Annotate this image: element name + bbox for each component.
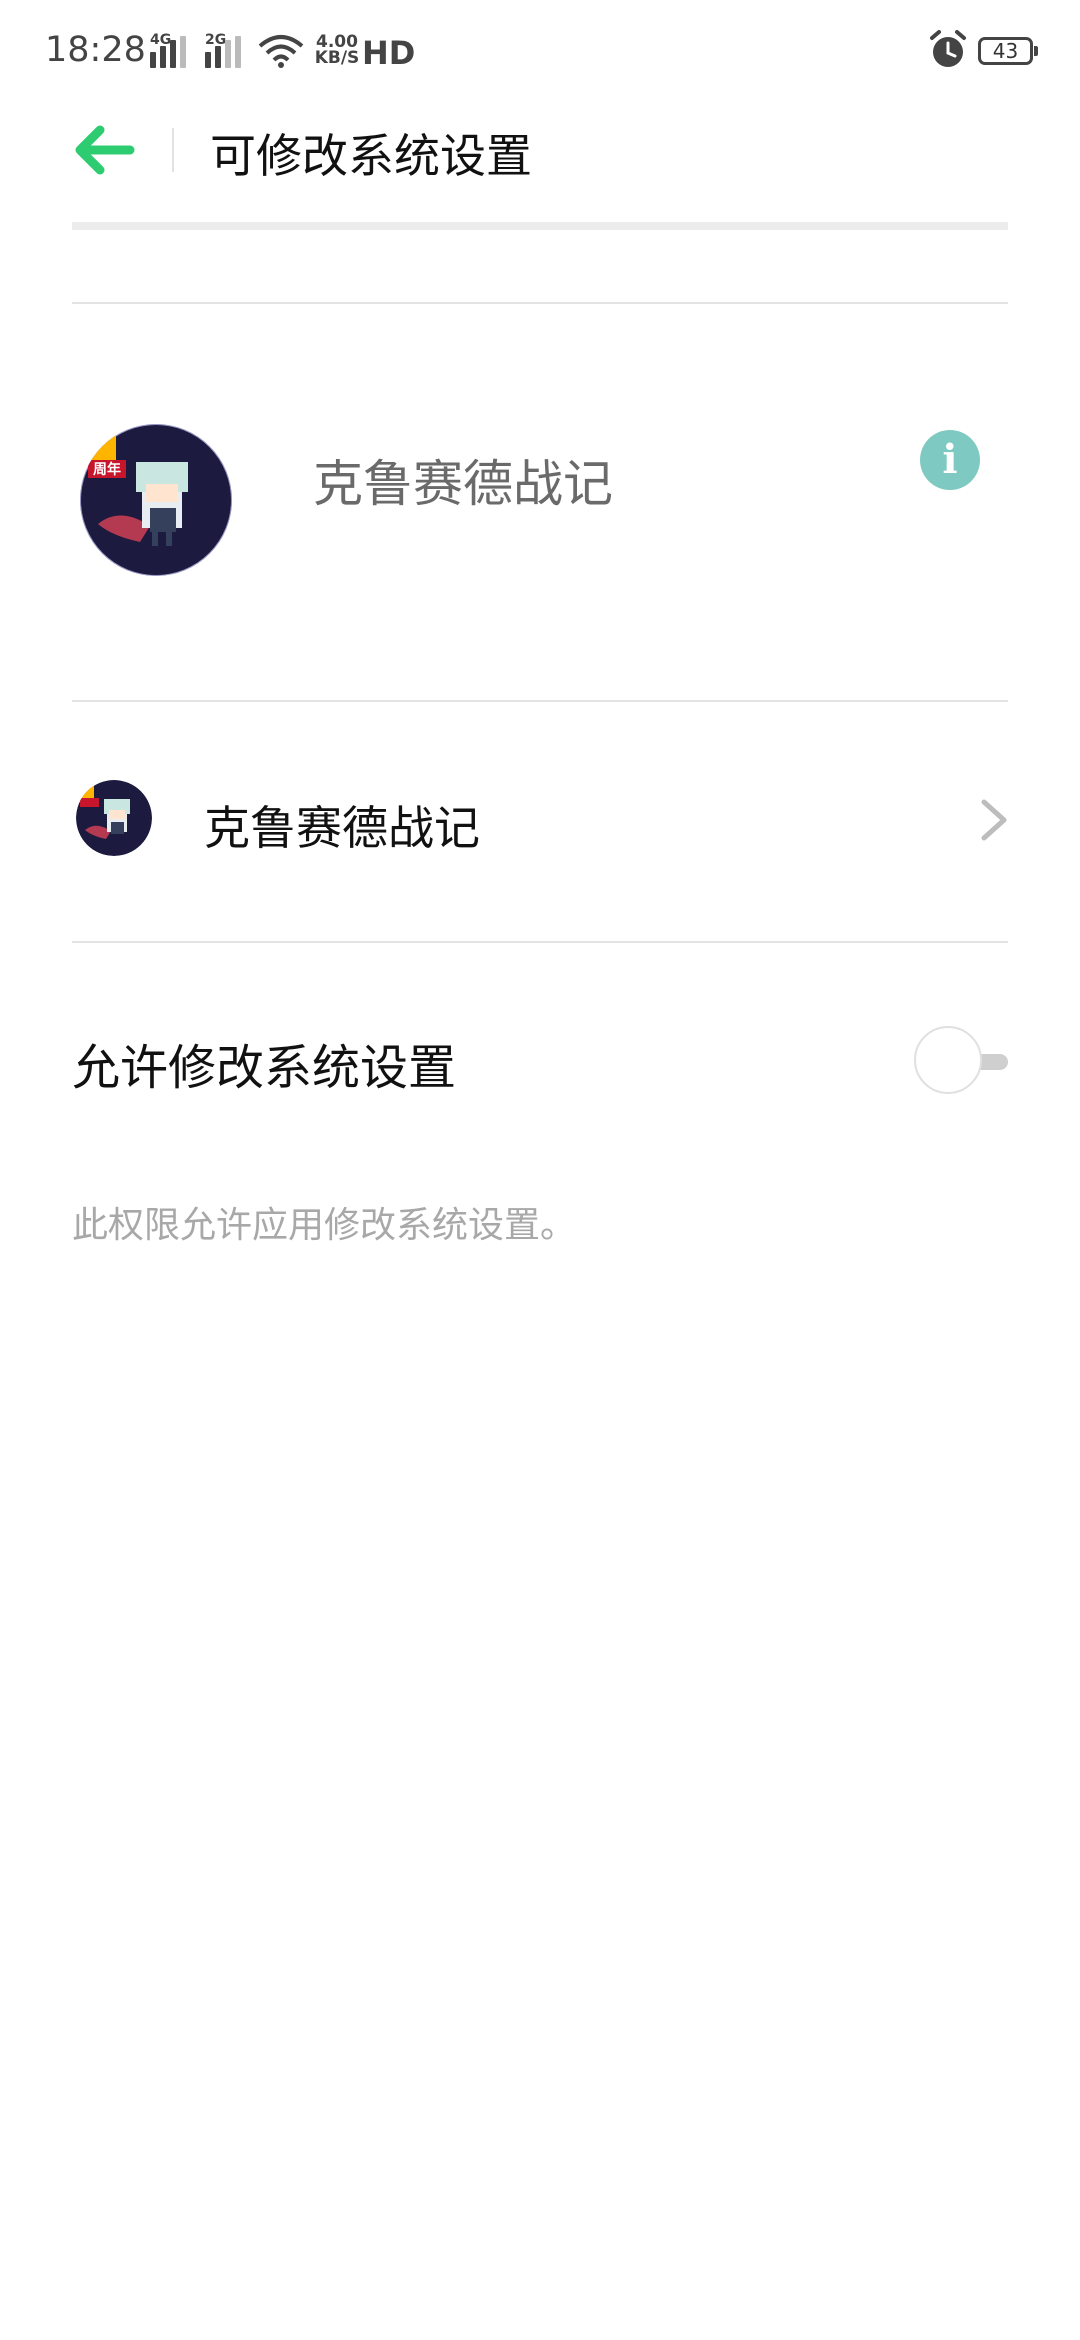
toggle-knob (914, 1026, 982, 1094)
status-time: 18:28 (45, 30, 146, 70)
app-name-title: 克鲁赛德战记 (313, 455, 613, 513)
chevron-right-icon (981, 799, 1007, 841)
app-detail-row[interactable]: 克鲁赛德战记 (72, 760, 1008, 880)
divider (72, 302, 1008, 304)
signal-2g-icon: 2G (205, 32, 249, 68)
battery-level: 43 (992, 39, 1019, 63)
battery-icon: 43 (978, 37, 1033, 65)
signal-4g-icon: 4G (150, 32, 194, 68)
app-icon-small (76, 780, 152, 856)
header-shadow-band (72, 222, 1008, 230)
divider (72, 941, 1008, 943)
page-header: 可修改系统设置 (0, 100, 1080, 210)
permission-label: 允许修改系统设置 (72, 1040, 457, 1096)
divider (72, 700, 1008, 702)
wifi-icon (258, 35, 304, 68)
back-button[interactable] (72, 122, 136, 178)
alarm-icon (930, 30, 966, 67)
info-button[interactable]: i (920, 430, 980, 490)
arrow-left-icon (75, 125, 135, 175)
app-row-label: 克鲁赛德战记 (204, 801, 480, 855)
app-icon-large: 周年 (80, 424, 232, 576)
network-speed: 4.00 KB/S (314, 32, 360, 68)
app-icon-badge-text: 周年 (93, 461, 121, 478)
permission-description: 此权限允许应用修改系统设置。 (72, 1205, 577, 1246)
hd-indicator: HD (362, 34, 416, 72)
header-divider (172, 128, 174, 172)
status-bar: 18:28 4G 2G 4.00 KB/S HD 43 (0, 0, 1080, 100)
info-icon: i (942, 436, 958, 483)
page-title: 可修改系统设置 (210, 129, 532, 183)
permission-toggle-switch[interactable] (892, 1022, 1008, 1098)
permission-toggle-row: 允许修改系统设置 (72, 1000, 1008, 1120)
battery-tip (1034, 46, 1038, 56)
